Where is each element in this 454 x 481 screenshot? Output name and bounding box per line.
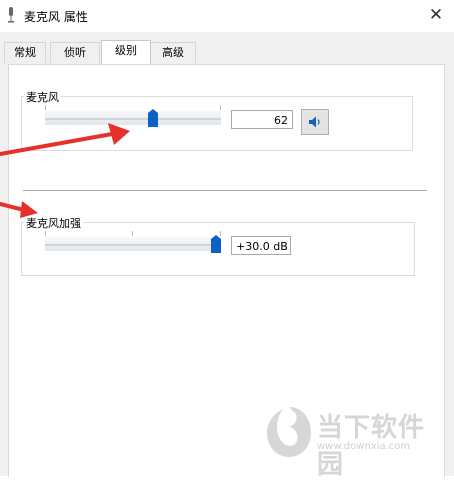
microphone-icon (8, 7, 14, 23)
microphone-slider-tick-start (45, 105, 46, 110)
title-bar: 麦克风 属性 ✕ (0, 0, 454, 32)
red-arrow-icon-2 (0, 201, 38, 218)
microphone-level-field[interactable]: 62 (231, 110, 293, 129)
watermark-url: www.downxia.com (317, 441, 411, 452)
tab-advanced[interactable]: 高级 (150, 42, 196, 63)
window-title: 麦克风 属性 (24, 10, 88, 24)
section-divider (23, 190, 427, 191)
microphone-slider-tick-end (220, 105, 221, 110)
speaker-icon (309, 116, 320, 128)
close-button[interactable]: ✕ (424, 3, 448, 27)
microphone-boost-slider[interactable] (45, 231, 221, 253)
close-icon: ✕ (428, 5, 444, 25)
tab-listen[interactable]: 侦听 (50, 42, 100, 63)
microphone-boost-slider-thumb[interactable] (211, 235, 221, 253)
microphone-boost-value: +30.0 dB (236, 240, 288, 253)
boost-slider-tick-0 (45, 231, 46, 236)
boost-slider-tick-1 (132, 231, 133, 236)
tab-general[interactable]: 常规 (4, 42, 46, 63)
microphone-boost-field[interactable]: +30.0 dB (231, 236, 291, 255)
watermark: 当下软件园 www.downxia.com (265, 405, 435, 480)
red-arrow-icon (0, 123, 130, 156)
microphone-boost-slider-rail (45, 244, 221, 246)
microphone-slider-thumb[interactable] (148, 109, 158, 127)
microphone-label: 麦克风 (24, 89, 61, 105)
microphone-level-value: 62 (274, 114, 288, 127)
mute-toggle-button[interactable] (301, 109, 329, 135)
watermark-logo-icon (267, 407, 311, 457)
tab-levels[interactable]: 级别 (101, 40, 151, 64)
